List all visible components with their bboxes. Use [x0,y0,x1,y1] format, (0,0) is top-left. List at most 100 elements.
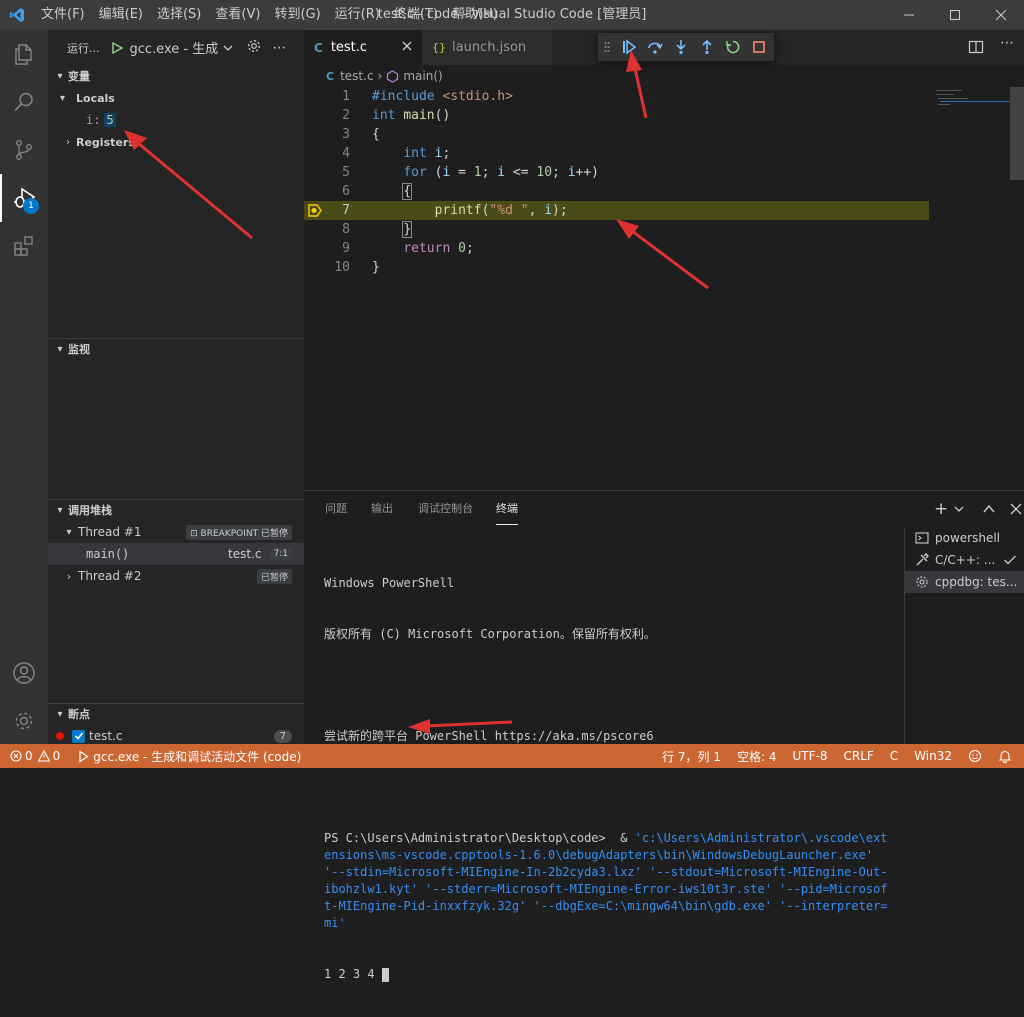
tab-launch-json[interactable]: {} launch.json [422,30,552,65]
stop-button[interactable] [746,33,772,61]
code-line: 8 } [304,220,929,239]
terminal-list-item-active[interactable]: cppdbg: tes... [905,571,1024,593]
line-number: 2 [342,108,350,123]
maximize-panel-icon[interactable] [982,502,996,516]
code-text: { [402,183,413,200]
close-icon [402,41,412,51]
call-stack-section: ▾ 调用堆栈 ▾ Thread #1 ⊡ BREAKPOINT 已暂停 main… [48,499,304,587]
terminal-list-item[interactable]: C/C++: ... [905,549,1024,571]
explorer-button[interactable] [0,30,48,78]
thread-2-status: 已暂停 [256,568,292,584]
terminal-list-item[interactable]: powershell [905,527,1024,549]
editor-more-button[interactable]: ⋯ [1000,35,1014,51]
menu-help[interactable]: 帮助(H) [445,0,505,30]
close-panel-icon[interactable] [1010,503,1022,515]
terminal-cursor [381,967,389,982]
thread-1-row[interactable]: ▾ Thread #1 ⊡ BREAKPOINT 已暂停 [48,521,304,543]
debug-icon [79,749,89,763]
registers-scope[interactable]: › Registers [48,131,304,153]
tab-output[interactable]: 输出 [371,491,393,527]
breakpoints-title: 断点 [68,708,90,721]
thread-1-label: Thread #1 [78,525,142,539]
debug-status[interactable]: gcc.exe - 生成和调试活动文件 (code) [68,744,309,768]
more-actions-button[interactable]: ⋯ [272,40,286,56]
maximize-button[interactable] [932,0,978,30]
drag-handle-icon[interactable] [598,33,616,61]
tab-test-c[interactable]: C test.c [304,30,422,65]
chevron-down-icon[interactable] [954,504,964,514]
tab-problems[interactable]: 问题 [325,491,347,527]
watch-section-header[interactable]: ▾ 监视 [48,338,304,360]
step-out-icon [702,39,712,55]
thread-2-row[interactable]: › Thread #2 已暂停 [48,565,304,587]
code-text: int main() [372,108,451,123]
breakpoint-file: test.c [89,729,123,743]
split-editor-button[interactable] [968,39,984,59]
menu-view[interactable]: 查看(V) [208,0,267,30]
menu-run[interactable]: 运行(R) [328,0,387,30]
menu-selection[interactable]: 选择(S) [150,0,208,30]
breadcrumb-file[interactable]: test.c [340,69,373,83]
manage-button[interactable] [0,697,48,745]
gear-icon [15,712,33,730]
step-over-icon [648,42,663,54]
source-control-icon [15,140,32,161]
activity-bar: 1 [0,30,48,744]
source-control-button[interactable] [0,126,48,174]
thread-1-status: ⊡ BREAKPOINT 已暂停 [186,524,292,540]
tab-terminal[interactable]: 终端 [496,491,518,525]
breadcrumb-symbol[interactable]: main() [403,69,442,83]
problems-status[interactable]: 0 0 [0,744,68,768]
registers-label: Registers [76,135,135,149]
code-text: { [372,127,380,142]
cursor-position[interactable]: 行 7，列 1 [654,744,729,768]
feedback-button[interactable] [960,744,990,768]
accounts-button[interactable] [0,649,48,697]
extensions-button[interactable] [0,222,48,270]
continue-button[interactable] [616,33,642,61]
step-out-button[interactable] [694,33,720,61]
step-into-button[interactable] [668,33,694,61]
thread-2-label: Thread #2 [78,569,142,583]
terminal-command-line: PS C:\Users\Administrator\Desktop\code> … [324,830,892,932]
close-window-button[interactable] [978,0,1024,30]
call-stack-header[interactable]: ▾ 调用堆栈 [48,499,304,521]
tab-debug-console[interactable]: 调试控制台 [418,491,473,527]
open-launch-json-button[interactable] [246,38,262,57]
notifications-button[interactable] [990,744,1024,768]
code-text: } [372,260,380,275]
language-mode[interactable]: C [882,744,906,768]
step-over-button[interactable] [642,33,668,61]
terminal-output[interactable]: Windows PowerShell 版权所有 (C) Microsoft Co… [324,541,892,1017]
code-line: 4 int i; [304,144,929,163]
stack-frame-row[interactable]: main() test.c 7:1 [48,543,304,565]
code-line: 5 for (i = 1; i <= 10; i++) [304,163,929,182]
restart-button[interactable] [720,33,746,61]
launch-config-select[interactable]: gcc.exe - 生成 [110,36,235,60]
indentation[interactable]: 空格: 4 [729,744,785,768]
menu-edit[interactable]: 编辑(E) [92,0,150,30]
new-terminal-button[interactable]: + [934,499,948,519]
search-button[interactable] [0,78,48,126]
minimap[interactable] [934,87,1010,117]
code-line: 10 } [304,258,929,277]
locals-scope[interactable]: ▾ Locals [48,87,304,109]
line-ending[interactable]: CRLF [835,744,881,768]
minimize-button[interactable] [886,0,932,30]
breakpoint-checkbox[interactable] [72,729,85,743]
menu-go[interactable]: 转到(G) [267,0,327,30]
code-editor[interactable]: 1 #include <stdio.h> 2 int main() 3 { 4 … [304,87,1024,490]
variable-row[interactable]: i: 5 [48,109,304,131]
variables-section-header[interactable]: ▾ 变量 [48,65,304,87]
feedback-icon [968,749,982,763]
tab-close-button[interactable] [402,40,412,55]
menu-file[interactable]: 文件(F) [34,0,92,30]
editor-scrollbar[interactable] [1010,87,1024,180]
breakpoints-header[interactable]: ▾ 断点 [48,703,304,725]
menu-terminal[interactable]: 终端(T) [387,0,445,30]
terminal-name: C/C++: ... [935,553,996,567]
run-debug-button[interactable]: 1 [0,174,48,222]
platform[interactable]: Win32 [906,744,960,768]
encoding[interactable]: UTF-8 [785,744,836,768]
start-debug-icon[interactable] [110,41,124,55]
